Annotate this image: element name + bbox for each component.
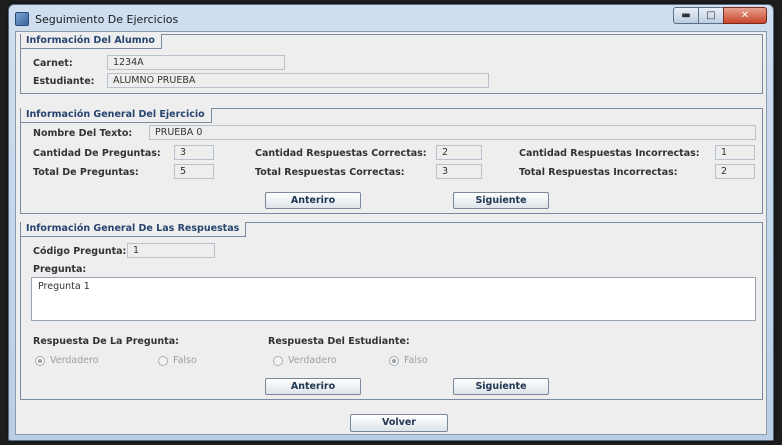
minimize-icon[interactable]: ▬ xyxy=(673,7,699,24)
total-correctas-label: Total Respuestas Correctas: xyxy=(255,167,405,178)
estudiante-verdadero-radio[interactable]: Verdadero xyxy=(273,355,337,366)
anterior-button[interactable]: Anteriro xyxy=(265,192,361,209)
radio-selected-icon xyxy=(389,355,399,366)
radio-label: Falso xyxy=(173,355,197,366)
cantidad-preguntas-label: Cantidad De Preguntas: xyxy=(33,148,161,159)
pregunta-label: Pregunta: xyxy=(33,264,87,275)
radio-label: Verdadero xyxy=(288,355,337,366)
panel-ejercicio: Información General Del Ejercicio Nombre… xyxy=(20,108,763,214)
carnet-field[interactable]: 1234A xyxy=(107,55,285,70)
client-area: Información Del Alumno Carnet: 1234A Est… xyxy=(15,31,767,435)
pregunta-verdadero-radio[interactable]: Verdadero xyxy=(35,355,99,366)
anterior-respuesta-button[interactable]: Anteriro xyxy=(265,378,361,395)
estudiante-label: Estudiante: xyxy=(33,76,95,87)
estudiante-field[interactable]: ALUMNO PRUEBA xyxy=(107,73,489,88)
respuesta-pregunta-label: Respuesta De La Pregunta: xyxy=(33,336,179,347)
app-icon xyxy=(15,12,29,26)
window-controls: ▬ □ ✕ xyxy=(673,7,767,24)
cantidad-correctas-label: Cantidad Respuestas Correctas: xyxy=(255,148,427,159)
cantidad-correctas-field[interactable]: 2 xyxy=(436,145,482,160)
pregunta-falso-radio[interactable]: Falso xyxy=(158,355,197,366)
cantidad-preguntas-field[interactable]: 3 xyxy=(174,145,214,160)
panel-alumno: Información Del Alumno Carnet: 1234A Est… xyxy=(20,34,763,94)
respuesta-estudiante-label: Respuesta Del Estudiante: xyxy=(268,336,410,347)
codigo-pregunta-label: Código Pregunta: xyxy=(33,246,127,257)
estudiante-falso-radio[interactable]: Falso xyxy=(389,355,428,366)
radio-label: Falso xyxy=(404,355,428,366)
siguiente-respuesta-button[interactable]: Siguiente xyxy=(453,378,549,395)
cantidad-incorrectas-field[interactable]: 1 xyxy=(715,145,755,160)
total-incorrectas-label: Total Respuestas Incorrectas: xyxy=(519,167,678,178)
app-window: Seguimiento De Ejercicios ▬ □ ✕ Informac… xyxy=(8,4,774,441)
cantidad-incorrectas-label: Cantidad Respuestas Incorrectas: xyxy=(519,148,700,159)
pregunta-textarea[interactable]: Pregunta 1 xyxy=(31,277,756,321)
panel-alumno-tab: Información Del Alumno xyxy=(21,34,162,49)
radio-unselected-icon xyxy=(158,355,168,366)
nombre-texto-label: Nombre Del Texto: xyxy=(33,128,133,139)
radio-selected-icon xyxy=(35,355,45,366)
nombre-texto-field[interactable]: PRUEBA 0 xyxy=(149,125,756,140)
panel-ejercicio-tab: Información General Del Ejercicio xyxy=(21,108,212,123)
volver-button[interactable]: Volver xyxy=(350,414,448,432)
maximize-icon[interactable]: □ xyxy=(698,7,724,24)
total-preguntas-label: Total De Preguntas: xyxy=(33,167,139,178)
total-incorrectas-field[interactable]: 2 xyxy=(715,164,755,179)
codigo-pregunta-field[interactable]: 1 xyxy=(127,243,215,258)
title-bar[interactable]: Seguimiento De Ejercicios ▬ □ ✕ xyxy=(9,5,773,33)
total-preguntas-field[interactable]: 5 xyxy=(174,164,214,179)
panel-respuestas: Información General De Las Respuestas Có… xyxy=(20,222,763,400)
siguiente-button[interactable]: Siguiente xyxy=(453,192,549,209)
window-title: Seguimiento De Ejercicios xyxy=(35,12,179,26)
radio-unselected-icon xyxy=(273,355,283,366)
panel-respuestas-tab: Información General De Las Respuestas xyxy=(21,222,247,237)
radio-label: Verdadero xyxy=(50,355,99,366)
carnet-label: Carnet: xyxy=(33,58,73,69)
total-correctas-field[interactable]: 3 xyxy=(436,164,482,179)
close-icon[interactable]: ✕ xyxy=(723,7,767,24)
